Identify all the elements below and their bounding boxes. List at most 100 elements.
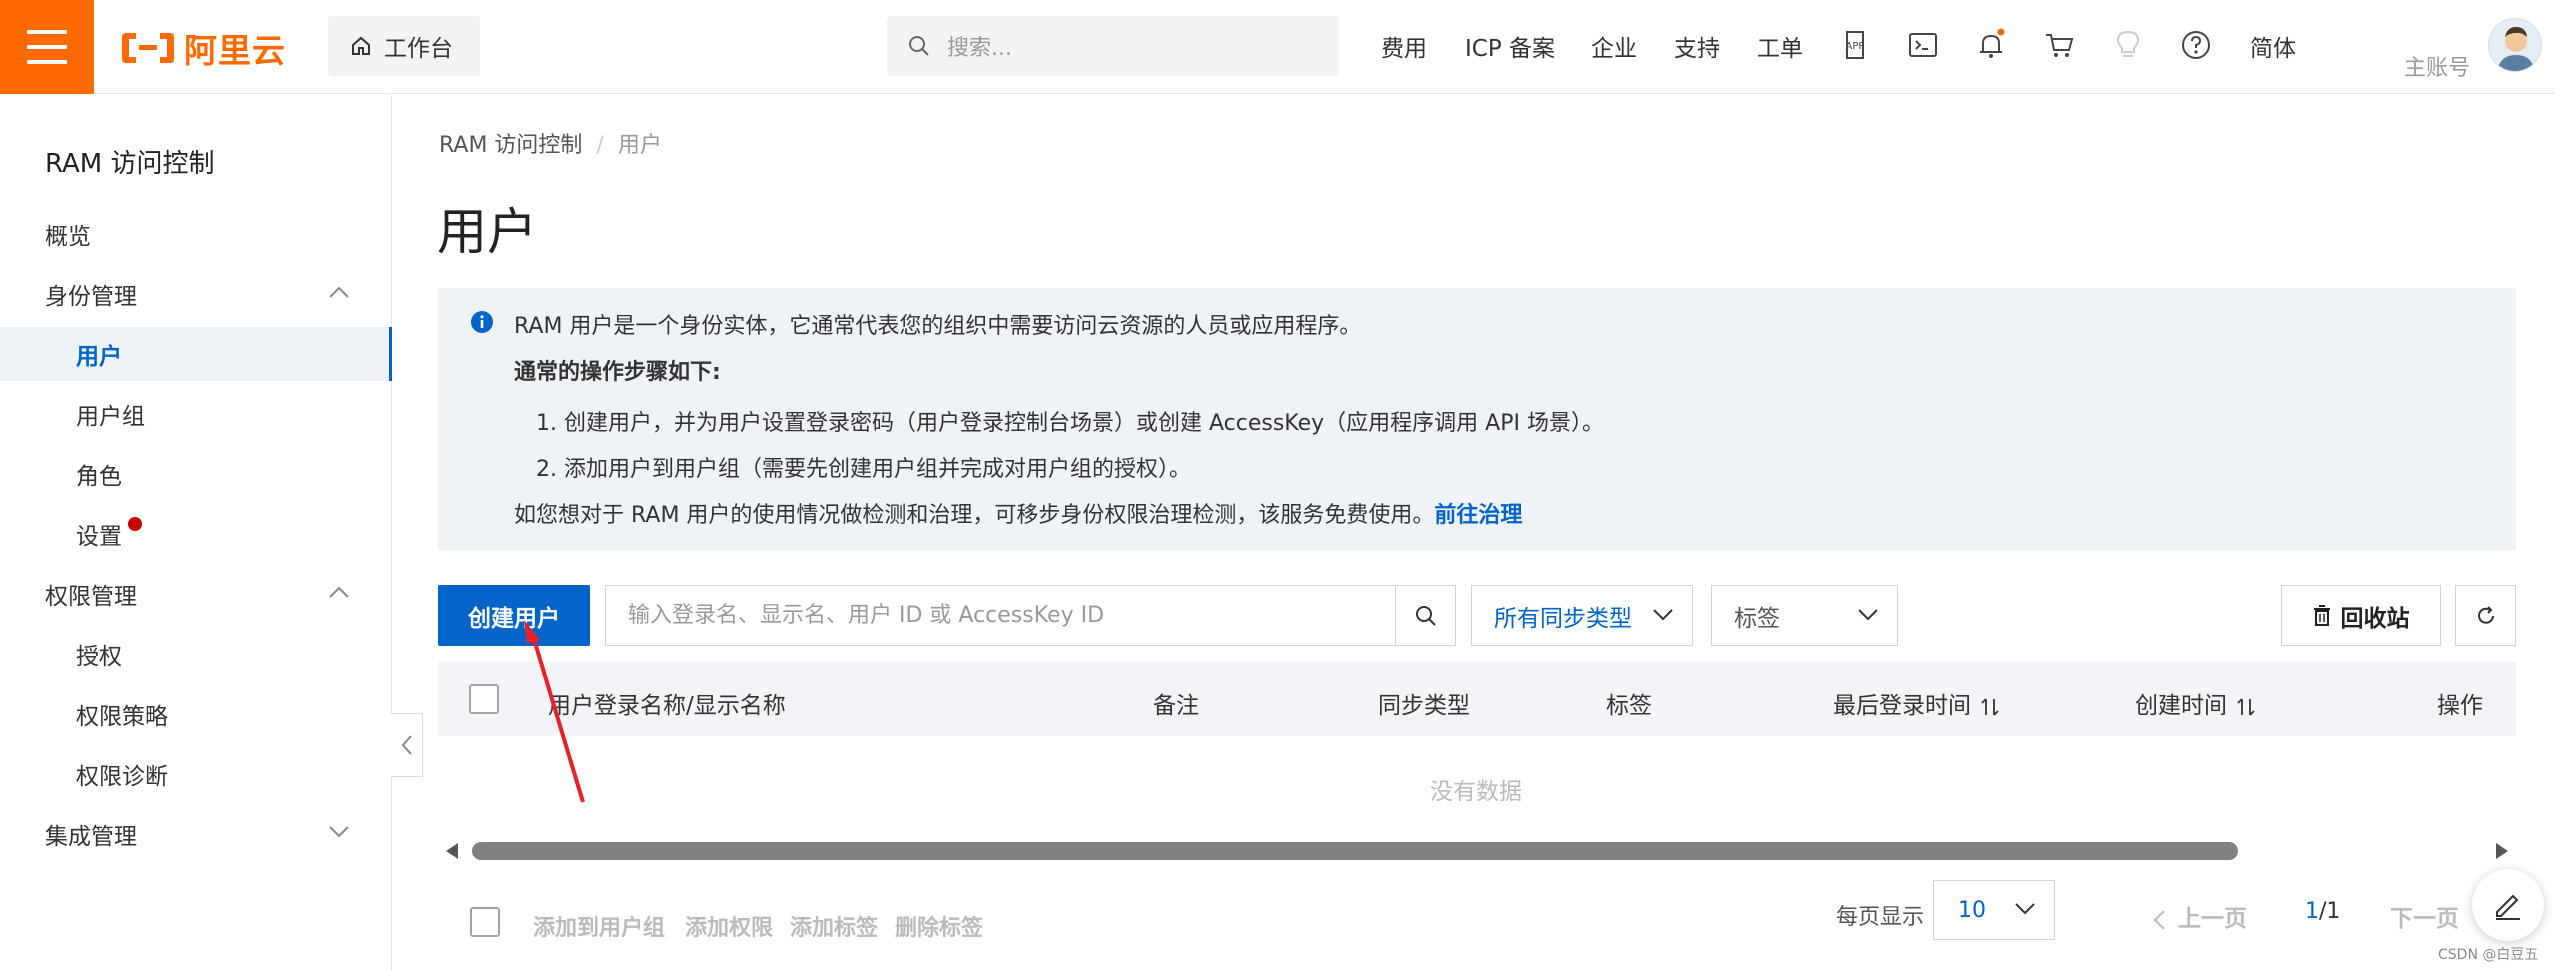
breadcrumb: RAM 访问控制 / 用户 [439, 127, 662, 159]
sidebar-item-label: 概览 [45, 224, 91, 250]
horizontal-scrollbar[interactable] [438, 838, 2516, 864]
chevron-down-icon [1858, 609, 1878, 621]
info-banner: RAM 用户是一个身份实体，它通常代表您的组织中需要访问云资源的人员或应用程序。… [438, 288, 2516, 550]
nav-enterprise[interactable]: 企业 [1591, 29, 1637, 63]
column-header-label: 最后登录时间 [1833, 693, 1971, 719]
nav-billing[interactable]: 费用 [1381, 29, 1427, 63]
sidebar-item-label: 身份管理 [45, 284, 137, 310]
sidebar-item-roles[interactable]: 角色 [0, 447, 392, 501]
chevron-up-icon [329, 586, 349, 598]
total-pages: /1 [2319, 899, 2341, 924]
next-page-label: 下一页 [2390, 906, 2459, 932]
column-header-created[interactable]: 创建时间 [2135, 686, 2255, 720]
sync-type-value: 所有同步类型 [1494, 605, 1632, 632]
sidebar-group-permissions[interactable]: 权限管理 [0, 567, 392, 621]
sidebar-group-integration[interactable]: 集成管理 [0, 807, 392, 861]
select-all-checkbox[interactable] [469, 684, 499, 714]
avatar[interactable] [2488, 18, 2542, 72]
sidebar-title: RAM 访问控制 [45, 149, 215, 179]
per-page-select[interactable]: 10 [1933, 880, 2055, 940]
language-switch[interactable]: 简体 [2250, 29, 2296, 63]
logo[interactable]: 阿里云 [120, 26, 286, 70]
breadcrumb-separator: / [596, 133, 604, 158]
per-page-label: 每页显示 [1836, 905, 1925, 930]
breadcrumb-current: 用户 [617, 133, 662, 158]
sidebar-item-user-groups[interactable]: 用户组 [0, 387, 392, 441]
hamburger-menu-button[interactable] [0, 0, 94, 94]
current-page: 1 [2305, 899, 2319, 924]
govern-link[interactable]: 前往治理 [1434, 503, 1522, 528]
page-title: 用户 [437, 203, 537, 261]
sidebar-item-label: 授权 [76, 644, 122, 670]
scroll-right-arrow[interactable] [2496, 843, 2508, 859]
sidebar-item-grants[interactable]: 授权 [0, 627, 392, 681]
feedback-edit-button[interactable] [2472, 869, 2544, 941]
scrollbar-thumb[interactable] [472, 842, 2238, 860]
scroll-left-arrow[interactable] [446, 843, 458, 859]
trash-icon [2313, 604, 2330, 626]
create-user-button[interactable]: 创建用户 [438, 585, 590, 646]
nav-support[interactable]: 支持 [1674, 29, 1720, 63]
add-permission-action[interactable]: 添加权限 [685, 910, 773, 942]
search-icon [1415, 605, 1436, 626]
pencil-icon [2496, 894, 2520, 920]
logo-icon [122, 33, 174, 63]
workbench-button[interactable]: 工作台 [328, 16, 480, 76]
sidebar-item-label: 权限诊断 [76, 764, 168, 790]
info-footer: 如您想对于 RAM 用户的使用情况做检测和治理，可移步身份权限治理检测，该服务免… [514, 497, 1522, 529]
sidebar: RAM 访问控制 概览 身份管理 用户 用户组 角色 设置 权限管理 授权 权限… [0, 95, 392, 970]
lightbulb-icon[interactable] [2111, 28, 2145, 62]
nav-ticket[interactable]: 工单 [1757, 29, 1803, 63]
sidebar-item-label: 设置 [76, 524, 122, 550]
prev-page-button[interactable]: 上一页 [2152, 899, 2247, 933]
terminal-icon[interactable] [1906, 28, 1940, 62]
nav-icp[interactable]: ICP 备案 [1465, 29, 1555, 63]
add-to-group-action[interactable]: 添加到用户组 [533, 910, 665, 942]
sidebar-item-users[interactable]: 用户 [0, 327, 392, 381]
column-header-remark: 备注 [1153, 693, 1199, 719]
global-search[interactable]: 搜索... [887, 16, 1339, 76]
sort-icon [2237, 697, 2255, 716]
sidebar-item-label: 集成管理 [45, 824, 137, 850]
table-header: 用户登录名称/显示名称 备注 同步类型 标签 最后登录时间 创建时间 操作 [438, 662, 2516, 736]
bulk-select-checkbox[interactable] [470, 907, 500, 937]
help-icon[interactable] [2179, 28, 2213, 62]
chevron-up-icon [329, 286, 349, 298]
chevron-left-icon [401, 735, 412, 755]
column-header-last-login[interactable]: 最后登录时间 [1833, 686, 1999, 720]
recycle-bin-button[interactable]: 回收站 [2281, 585, 2441, 646]
user-search-button[interactable] [1395, 586, 1455, 645]
sidebar-item-diagnosis[interactable]: 权限诊断 [0, 747, 392, 801]
chevron-down-icon [329, 826, 349, 838]
sidebar-group-identity[interactable]: 身份管理 [0, 267, 392, 321]
account-label[interactable]: 主账号 [2404, 50, 2470, 82]
app-icon[interactable]: APP [1838, 28, 1872, 62]
column-header-sync-type: 同步类型 [1378, 693, 1470, 719]
info-step: 2. 添加用户到用户组（需要先创建用户组并完成对用户组的授权）。 [536, 457, 1191, 482]
remove-tag-action[interactable]: 删除标签 [895, 910, 983, 942]
cart-icon[interactable] [2043, 28, 2077, 62]
per-page-value: 10 [1958, 897, 1986, 923]
next-page-button[interactable]: 下一页 [2390, 899, 2459, 933]
user-search-input[interactable] [606, 586, 1395, 645]
sidebar-item-settings[interactable]: 设置 [0, 507, 392, 561]
home-icon [352, 36, 370, 55]
tag-select[interactable]: 标签 [1711, 585, 1898, 646]
avatar-image [2489, 19, 2541, 71]
sidebar-item-policies[interactable]: 权限策略 [0, 687, 392, 741]
top-bar: 阿里云 工作台 搜索... 费用 ICP 备案 企业 支持 工单 APP 简体 … [0, 0, 2555, 94]
info-text: RAM 用户是一个身份实体，它通常代表您的组织中需要访问云资源的人员或应用程序。 [514, 314, 1362, 339]
sidebar-item-overview[interactable]: 概览 [0, 207, 392, 261]
bell-icon[interactable] [1974, 28, 2008, 62]
refresh-button[interactable] [2455, 585, 2516, 646]
table-empty-text: 没有数据 [1430, 779, 1522, 805]
breadcrumb-root[interactable]: RAM 访问控制 [439, 133, 582, 158]
sidebar-collapse-button[interactable] [391, 713, 423, 777]
add-tag-action[interactable]: 添加标签 [790, 910, 878, 942]
sidebar-item-label: 角色 [76, 464, 122, 490]
chevron-down-icon [1653, 609, 1673, 621]
column-header-actions: 操作 [2437, 693, 2483, 719]
refresh-icon [2477, 605, 2494, 624]
sync-type-select[interactable]: 所有同步类型 [1471, 585, 1693, 646]
sort-icon [1981, 697, 1999, 716]
